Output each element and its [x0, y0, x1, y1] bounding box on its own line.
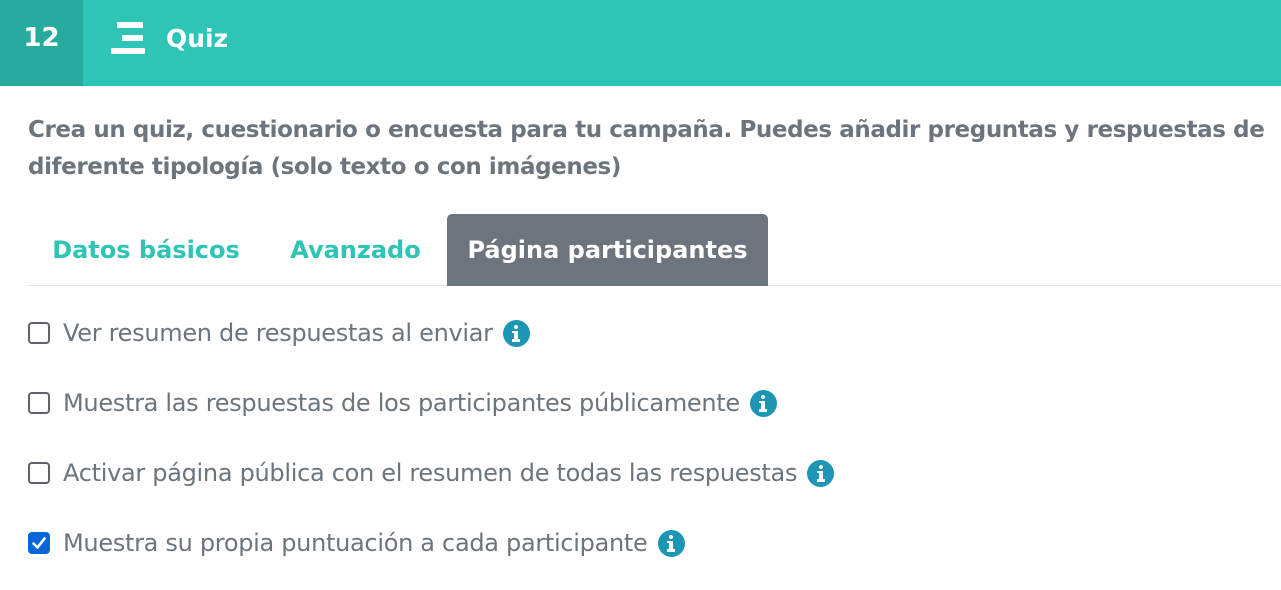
option-label: Muestra su propia puntuación a cada part… [63, 529, 648, 557]
app-header: 12 Quiz [0, 0, 1281, 86]
option-respuestas-publicas: Muestra las respuestas de los participan… [28, 388, 777, 418]
tab-bar: Datos básicos Avanzado Página participan… [28, 214, 1281, 286]
pagina-publica-checkbox[interactable] [28, 462, 50, 484]
info-icon[interactable] [657, 529, 685, 557]
info-icon[interactable] [807, 459, 835, 487]
menu-icon[interactable] [111, 22, 147, 54]
info-icon[interactable] [502, 319, 530, 347]
tab-datos-basicos[interactable]: Datos básicos [28, 214, 264, 286]
option-label: Muestra las respuestas de los participan… [63, 389, 740, 417]
info-icon[interactable] [749, 389, 777, 417]
option-propia-puntuacion: Muestra su propia puntuación a cada part… [28, 528, 685, 558]
option-ver-resumen: Ver resumen de respuestas al enviar [28, 318, 530, 348]
tab-pagina-participantes[interactable]: Página participantes [447, 214, 768, 286]
page-title: Quiz [166, 24, 229, 53]
option-label: Activar página pública con el resumen de… [63, 459, 798, 487]
option-label: Ver resumen de respuestas al enviar [63, 319, 493, 347]
checkmark-icon [32, 537, 46, 549]
ver-resumen-checkbox[interactable] [28, 322, 50, 344]
tab-avanzado[interactable]: Avanzado [264, 214, 447, 286]
respuestas-publicas-checkbox[interactable] [28, 392, 50, 414]
option-pagina-publica: Activar página pública con el resumen de… [28, 458, 835, 488]
propia-puntuacion-checkbox[interactable] [28, 532, 50, 554]
section-description: Crea un quiz, cuestionario o encuesta pa… [28, 117, 1265, 180]
step-number: 12 [0, 0, 83, 86]
